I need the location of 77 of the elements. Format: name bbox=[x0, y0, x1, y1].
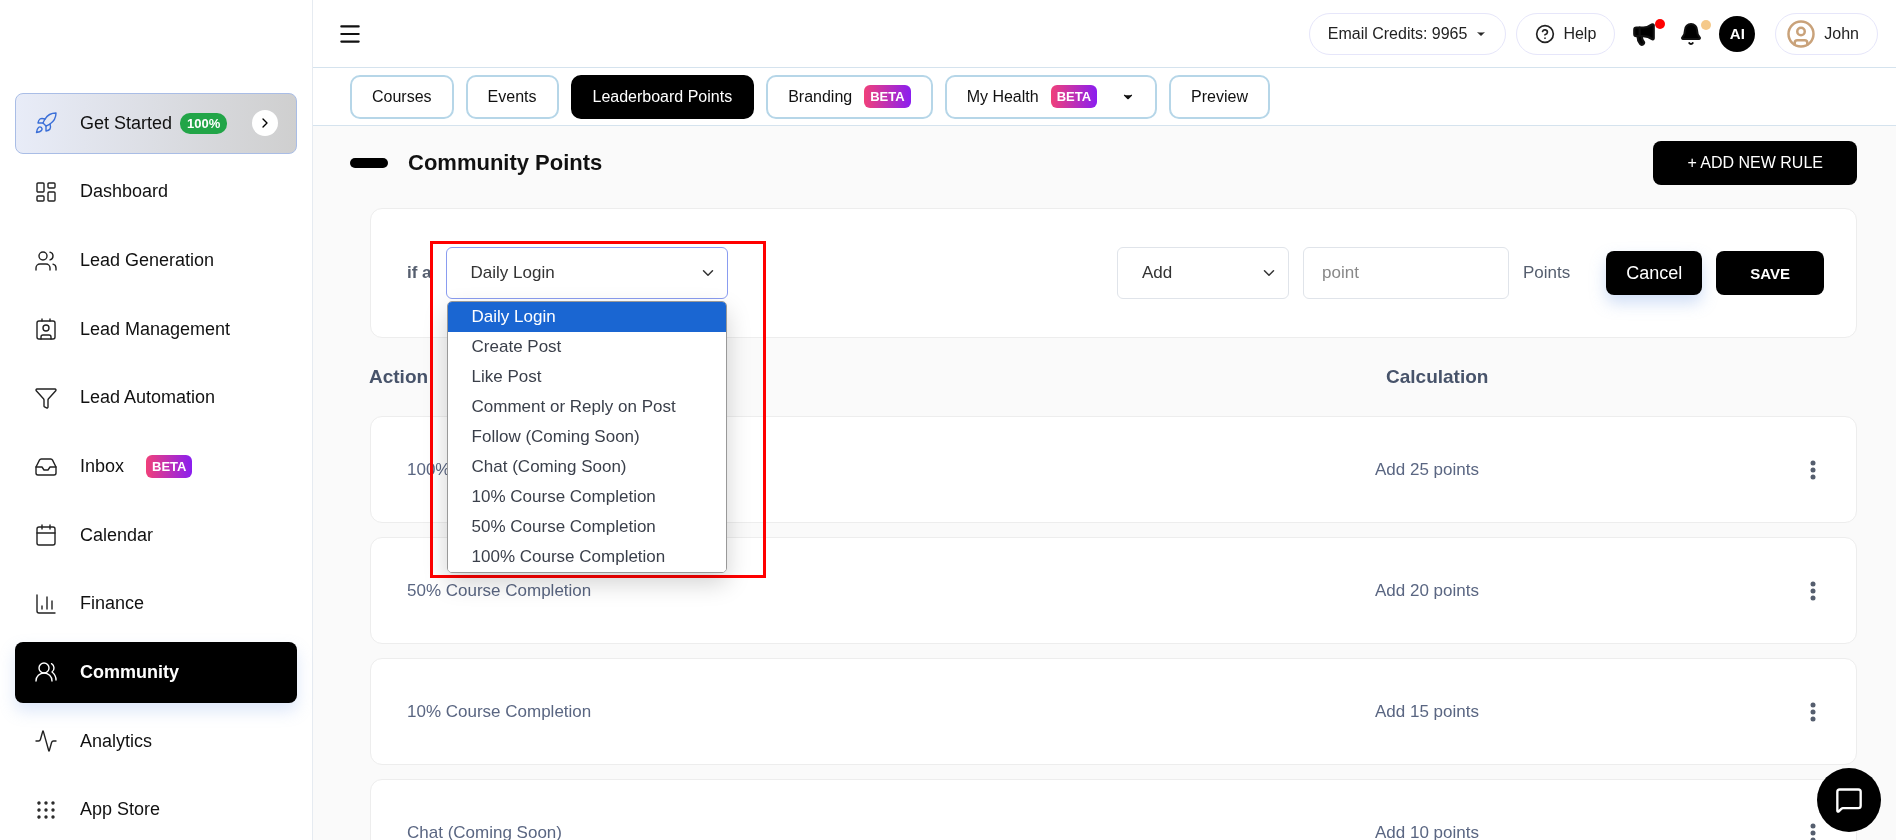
beta-badge: BETA bbox=[146, 455, 193, 478]
dropdown-option[interactable]: 100% Course Completion bbox=[447, 542, 726, 572]
tab[interactable]: Leaderboard Points bbox=[570, 74, 755, 119]
dropdown-option[interactable]: 10% Course Completion bbox=[447, 482, 726, 512]
condition-label: if a bbox=[407, 263, 432, 283]
sidebar-item[interactable]: Inbox BETA bbox=[15, 436, 297, 497]
section-title: Community Points bbox=[408, 150, 603, 176]
sidebar-item[interactable]: Community bbox=[15, 642, 297, 703]
dashboard-icon bbox=[34, 179, 58, 204]
sidebar-item[interactable]: App Store bbox=[15, 779, 297, 840]
action-text: 10% Course Completion bbox=[407, 701, 592, 722]
notification-dot bbox=[1655, 18, 1666, 29]
points-unit-label: Points bbox=[1523, 263, 1571, 283]
calculation-text: Add 20 points bbox=[1375, 580, 1479, 601]
sidebar-item[interactable]: Dashboard bbox=[15, 161, 297, 223]
trigger-select[interactable]: Daily Login bbox=[445, 247, 728, 299]
contact-card-icon bbox=[34, 317, 58, 342]
chat-button[interactable] bbox=[1817, 768, 1881, 832]
operation-select[interactable]: Add bbox=[1117, 247, 1289, 299]
group-icon bbox=[34, 660, 58, 685]
more-button[interactable] bbox=[1810, 822, 1816, 840]
more-button[interactable] bbox=[1810, 701, 1816, 722]
chat-icon bbox=[1835, 786, 1863, 814]
sidebar-item[interactable]: Finance bbox=[15, 573, 297, 635]
section-marker bbox=[350, 158, 388, 168]
tab[interactable]: My Health BETA bbox=[944, 74, 1158, 119]
cancel-button[interactable]: Cancel bbox=[1606, 251, 1703, 295]
ai-button[interactable]: AI bbox=[1719, 15, 1756, 52]
sidebar-item[interactable]: Calendar bbox=[15, 504, 297, 566]
dropdown-option[interactable]: Create Post bbox=[447, 332, 726, 362]
dropdown-option[interactable]: Daily Login bbox=[447, 302, 726, 332]
beta-badge: BETA bbox=[1050, 85, 1098, 108]
dropdown-option[interactable]: Like Post bbox=[447, 362, 726, 392]
progress-badge: 100% bbox=[180, 112, 228, 134]
tab[interactable]: Preview bbox=[1169, 74, 1270, 119]
dropdown-option[interactable]: Comment or Reply on Post bbox=[447, 392, 726, 422]
user-menu-button[interactable]: John bbox=[1775, 12, 1878, 55]
notification-dot bbox=[1701, 19, 1712, 30]
more-icon bbox=[1810, 822, 1816, 840]
bar-chart-icon bbox=[34, 591, 58, 616]
more-button[interactable] bbox=[1810, 459, 1816, 480]
dropdown-option[interactable]: 50% Course Completion bbox=[447, 512, 726, 542]
email-credits-button[interactable]: Email Credits: 9965 bbox=[1308, 12, 1507, 55]
rocket-icon bbox=[34, 111, 58, 136]
save-button[interactable]: SAVE bbox=[1716, 251, 1824, 295]
beta-badge: BETA bbox=[864, 85, 911, 108]
more-button[interactable] bbox=[1810, 580, 1816, 601]
more-icon bbox=[1810, 701, 1816, 722]
next-button[interactable] bbox=[252, 110, 278, 137]
sidebar-item[interactable]: Get Started 100% bbox=[15, 93, 297, 154]
sidebar-item[interactable]: Analytics bbox=[15, 710, 297, 772]
bell-icon[interactable] bbox=[1679, 21, 1704, 46]
action-text: 50% Course Completion bbox=[407, 580, 592, 601]
more-icon bbox=[1810, 459, 1816, 480]
calendar-icon bbox=[34, 523, 58, 548]
funnel-icon bbox=[34, 385, 58, 410]
tab[interactable]: Branding BETA bbox=[766, 74, 933, 119]
sidebar-item[interactable]: Lead Generation bbox=[15, 230, 297, 291]
megaphone-icon[interactable] bbox=[1631, 20, 1658, 47]
tab[interactable]: Events bbox=[465, 74, 559, 119]
help-button[interactable]: Help bbox=[1516, 12, 1616, 55]
line-chart-icon bbox=[34, 729, 58, 754]
column-header: Action bbox=[369, 366, 429, 388]
column-header: Calculation bbox=[1386, 366, 1489, 388]
dropdown-option[interactable]: Chat (Coming Soon) bbox=[447, 452, 726, 482]
avatar-icon bbox=[1786, 18, 1817, 49]
sidebar-item[interactable]: Lead Automation bbox=[15, 367, 297, 429]
help-icon bbox=[1535, 23, 1556, 44]
dropdown-option[interactable]: Follow (Coming Soon) bbox=[447, 422, 726, 452]
points-field[interactable]: point bbox=[1303, 247, 1509, 299]
add-rule-button[interactable]: + ADD NEW RULE bbox=[1653, 141, 1857, 185]
calculation-text: Add 25 points bbox=[1375, 459, 1479, 480]
people-icon bbox=[34, 248, 58, 273]
sidebar-item[interactable]: Lead Management bbox=[15, 298, 297, 360]
tab[interactable]: Courses bbox=[350, 74, 454, 119]
calculation-text: Add 15 points bbox=[1375, 701, 1479, 722]
more-icon bbox=[1810, 580, 1816, 601]
